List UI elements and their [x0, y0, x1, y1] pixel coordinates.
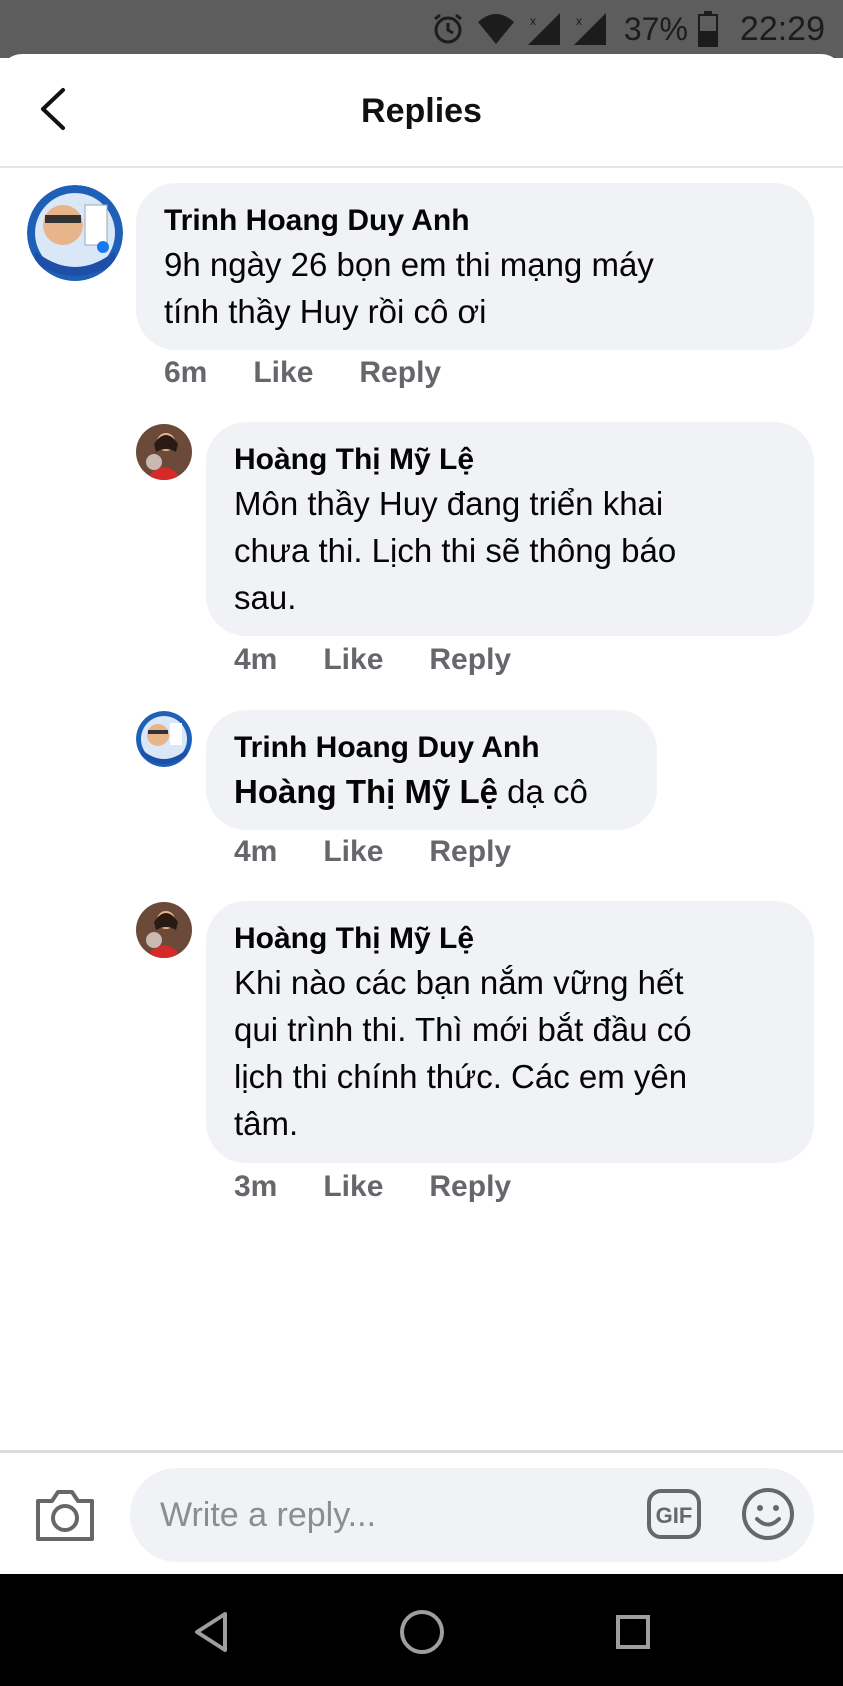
comment-author[interactable]: Hoàng Thị Mỹ Lệ	[234, 919, 786, 959]
comment-text: Hoàng Thị Mỹ Lệ dạ cô	[234, 768, 629, 815]
nav-back-button[interactable]	[183, 1604, 239, 1660]
gif-label: GIF	[656, 1503, 693, 1528]
comment-bubble[interactable]: Hoàng Thị Mỹ Lệ Khi nào các bạn nắm vững…	[206, 901, 814, 1163]
comment-actions: 4m Like Reply	[234, 835, 511, 869]
mention-link[interactable]: Hoàng Thị Mỹ Lệ	[234, 773, 498, 810]
emoji-icon	[742, 1488, 794, 1540]
comment-text-rest: dạ cô	[498, 773, 588, 810]
nav-home-button[interactable]	[394, 1604, 450, 1660]
emoji-button[interactable]	[740, 1486, 796, 1542]
reply-input[interactable]	[130, 1468, 814, 1562]
comment-text-line: tâm.	[234, 1105, 299, 1142]
comment-text-line: chưa thi. Lịch thi sẽ thông báo	[234, 532, 677, 569]
signal-icon: x	[526, 11, 562, 47]
battery-icon	[697, 11, 718, 47]
system-nav-bar	[0, 1574, 843, 1686]
camera-icon	[36, 1490, 94, 1541]
reply-button[interactable]: Reply	[429, 835, 511, 869]
comment-text-line: Khi nào các bạn nắm vững hết	[234, 964, 684, 1001]
like-button[interactable]: Like	[323, 643, 383, 677]
nav-recents-button[interactable]	[605, 1604, 661, 1660]
home-circle-icon	[400, 1610, 444, 1654]
comment-text-line: lịch thi chính thức. Các em yên	[234, 1058, 688, 1095]
avatar[interactable]	[136, 711, 192, 767]
comment-time: 6m	[164, 356, 208, 389]
comment-time: 3m	[234, 1170, 278, 1203]
comment-time: 4m	[234, 835, 278, 868]
comment-author[interactable]: Trinh Hoang Duy Anh	[234, 728, 629, 768]
comment-author[interactable]: Trinh Hoang Duy Anh	[164, 201, 786, 241]
gif-icon: GIF	[647, 1489, 701, 1539]
svg-text:x: x	[576, 14, 582, 28]
comment-actions: 4m Like Reply	[234, 643, 511, 677]
avatar[interactable]	[136, 424, 192, 480]
wifi-icon	[476, 12, 516, 46]
comment-text-line: 9h ngày 26 bọn em thi mạng máy	[164, 246, 654, 283]
svg-text:x: x	[530, 14, 536, 28]
status-clock: 22:29	[739, 9, 825, 48]
comment-actions: 3m Like Reply	[234, 1170, 511, 1204]
back-triangle-icon	[195, 1612, 227, 1652]
comment-time: 4m	[234, 643, 278, 676]
comment-text-line: Môn thầy Huy đang triển khai	[234, 485, 664, 522]
reply-button[interactable]: Reply	[359, 356, 441, 390]
avatar[interactable]	[27, 185, 123, 281]
alarm-icon	[430, 11, 466, 47]
comment-text-line: sau.	[234, 579, 297, 616]
comment-bubble[interactable]: Hoàng Thị Mỹ Lệ Môn thầy Huy đang triển …	[206, 422, 814, 636]
recents-square-icon	[616, 1615, 650, 1649]
reply-button[interactable]: Reply	[429, 643, 511, 677]
like-button[interactable]: Like	[323, 835, 383, 869]
comment-bubble[interactable]: Trinh Hoang Duy Anh 9h ngày 26 bọn em th…	[136, 183, 814, 350]
like-button[interactable]: Like	[323, 1170, 383, 1204]
comment-text-line: qui trình thi. Thì mới bắt đầu có	[234, 1011, 692, 1048]
gif-button[interactable]: GIF	[646, 1488, 702, 1540]
camera-button[interactable]	[34, 1487, 96, 1543]
page-title: Replies	[361, 92, 482, 130]
comment-author[interactable]: Hoàng Thị Mỹ Lệ	[234, 440, 786, 480]
replies-sheet: Replies Trinh Hoang Duy Anh 9h ngày 26 b…	[0, 54, 843, 1574]
comment-bubble[interactable]: Trinh Hoang Duy Anh Hoàng Thị Mỹ Lệ dạ c…	[206, 710, 657, 830]
like-button[interactable]: Like	[253, 356, 313, 390]
signal-icon: x	[572, 11, 608, 47]
battery-percent: 37%	[623, 10, 688, 47]
reply-button[interactable]: Reply	[429, 1170, 511, 1204]
comment-actions: 6m Like Reply	[164, 356, 441, 390]
status-bar: x x 37% 22:29	[0, 0, 843, 58]
reply-composer: GIF	[0, 1453, 843, 1573]
avatar[interactable]	[136, 902, 192, 958]
comment-text-line: tính thầy Huy rồi cô ơi	[164, 293, 487, 330]
header: Replies	[0, 54, 843, 168]
